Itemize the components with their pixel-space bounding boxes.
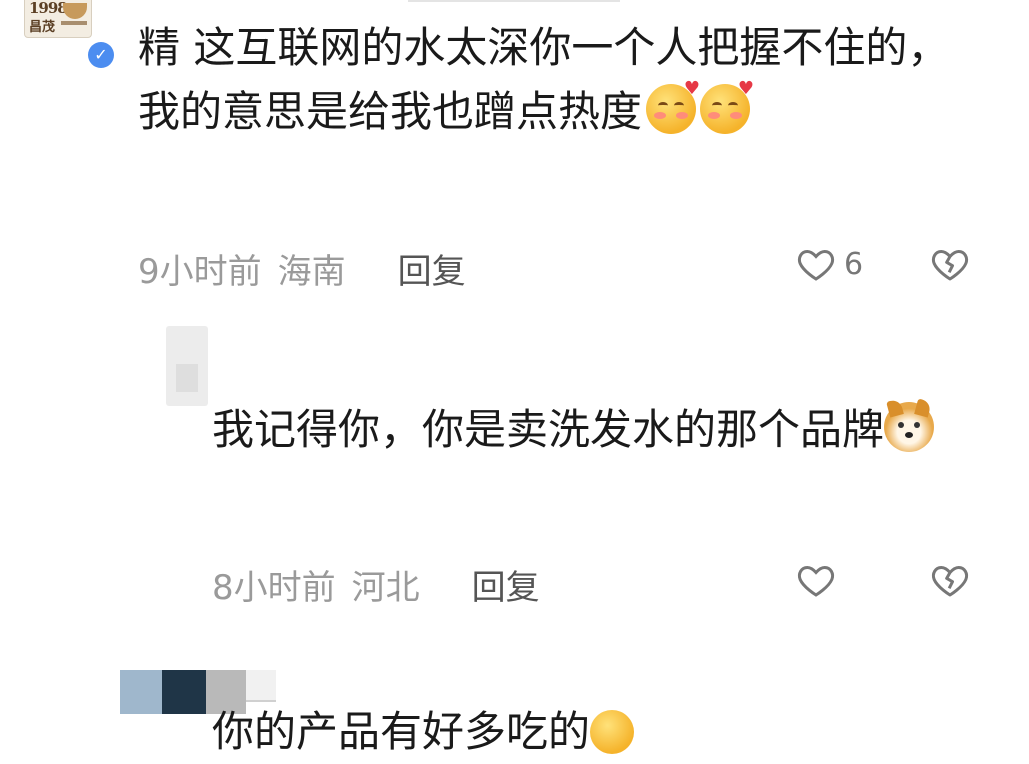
reply-1-meta: 8小时前 河北 回复 (212, 560, 540, 609)
reply-1-body: 我记得你，你是卖洗发水的那个品牌 (212, 405, 885, 454)
featured-badge: 精 (138, 23, 181, 72)
reply-button[interactable]: 回复 (398, 244, 466, 293)
verified-check-icon: ✓ (88, 42, 114, 68)
doge-icon (884, 398, 935, 452)
heart-icon (797, 249, 835, 281)
dislike-button[interactable] (930, 560, 970, 604)
like-button[interactable]: 6 (796, 244, 863, 284)
top-comment-meta: 9小时前 海南 回复 (138, 244, 466, 293)
reply-2-text: 你的产品有好多吃的 (212, 700, 972, 764)
face-emoji-icon (590, 710, 635, 754)
reply-2-body: 你的产品有好多吃的 (212, 707, 591, 756)
top-comment-text: 精 这互联网的水太深你一个人把握不住的，我的意思是给我也蹭点热度 ♥ ♥ (138, 16, 958, 144)
comment-location: 河北 (351, 568, 420, 608)
dislike-button[interactable] (930, 244, 970, 288)
avatar-top-comment[interactable]: 1998 昌茂 (24, 0, 92, 38)
avatar-brand-sub: 昌茂 (29, 20, 56, 35)
avatar-reply-1[interactable] (166, 326, 208, 406)
comment-time: 8小时前 (212, 568, 336, 608)
reply-button[interactable]: 回复 (472, 560, 540, 609)
like-count: 6 (844, 246, 864, 282)
top-divider (408, 0, 620, 2)
comment-location: 海南 (277, 252, 346, 292)
avatar-sub-graphic (61, 21, 87, 25)
comment-time: 9小时前 (138, 252, 262, 292)
like-button[interactable] (796, 560, 836, 600)
smiling-face-with-hearts-icon: ♥ (700, 80, 754, 134)
top-comment-body: 这互联网的水太深你一个人把握不住的，我的意思是给我也蹭点热度 (138, 23, 950, 136)
heart-icon (797, 565, 835, 597)
broken-heart-icon (931, 566, 969, 597)
reply-1-text: 我记得你，你是卖洗发水的那个品牌 (212, 398, 972, 462)
broken-heart-icon (931, 250, 969, 281)
smiling-face-with-hearts-icon: ♥ (646, 80, 700, 134)
avatar-brand-text: 1998 (29, 0, 68, 17)
